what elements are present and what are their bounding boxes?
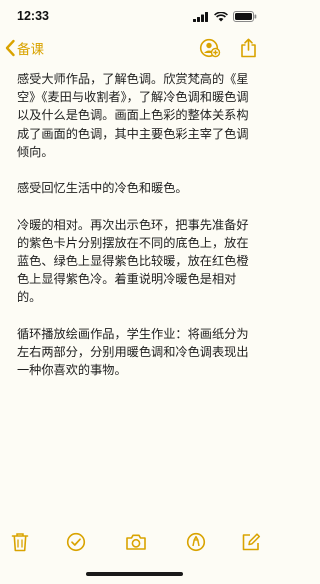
note-body[interactable]: 感受大师作品，了解色调。欣赏梵高的《星空》《麦田与收割者》，了解冷色调和暖色调以… [17,70,257,398]
note-paragraph: 冷暖的相对。再次出示色环，把事先准备好的紫色卡片分别摆放在不同的底色上，放在蓝色… [17,217,249,305]
status-bar: 12:33 [0,0,269,34]
status-time: 12:33 [17,9,49,23]
back-label: 备课 [17,42,44,58]
add-person-button[interactable] [199,38,221,62]
markup-icon [186,532,206,552]
bottom-toolbar [0,530,269,560]
add-person-icon [199,38,221,58]
camera-button[interactable] [125,532,147,556]
share-icon [241,38,256,58]
delete-button[interactable] [11,532,29,556]
markup-button[interactable] [186,532,206,556]
camera-icon [126,534,146,550]
compose-icon [242,533,261,551]
back-button[interactable]: 备课 [4,38,44,58]
compose-button[interactable] [241,532,261,556]
chevron-left-icon [5,39,15,57]
note-paragraph: 循环播放绘画作品，学生作业：将画纸分为左右两部分，分别用暖色调和冷色调表现出一种… [17,326,249,378]
status-icons [193,11,257,22]
checklist-button[interactable] [66,532,86,556]
battery-icon [233,11,257,22]
nav-bar: 备课 [0,34,269,64]
note-paragraph: 感受回忆生活中的冷色和暖色。 [17,181,188,196]
trash-icon [11,533,29,552]
share-button[interactable] [240,38,257,62]
wifi-icon [214,11,228,21]
home-indicator[interactable] [86,572,183,576]
note-paragraph: 感受大师作品，了解色调。欣赏梵高的《星空》《麦田与收割者》，了解冷色调和暖色调以… [17,72,249,159]
cellular-signal-icon [193,11,208,22]
checklist-icon [66,532,86,552]
